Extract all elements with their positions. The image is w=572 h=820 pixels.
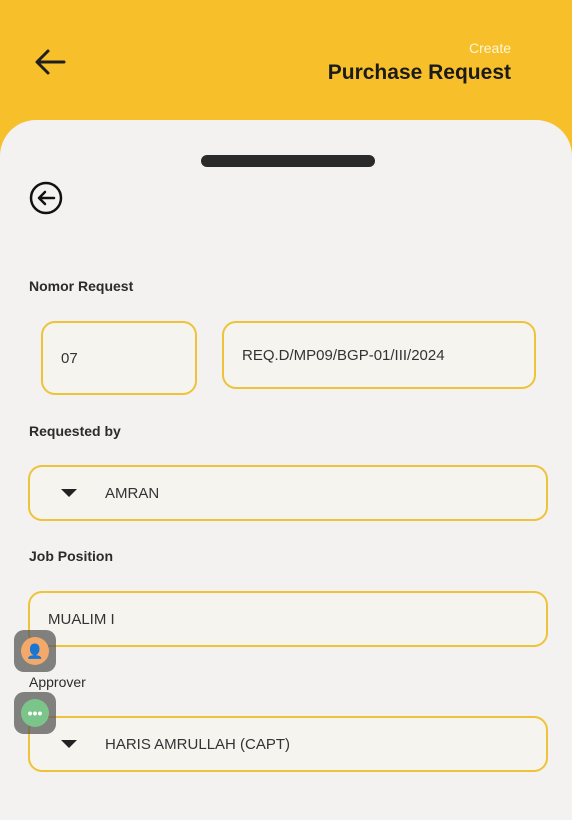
back-arrow-icon[interactable]	[30, 44, 70, 80]
job-position-value: MUALIM I	[48, 610, 115, 628]
requested-by-label: Requested by	[29, 423, 121, 439]
nomor-number-value: 07	[61, 349, 78, 367]
more-options-button[interactable]: •••	[14, 692, 56, 734]
approver-value: HARIS AMRULLAH (CAPT)	[105, 735, 291, 753]
nomor-code-value: REQ.D/MP09/BGP-01/III/2024	[242, 346, 445, 364]
sheet-drag-handle[interactable]	[201, 155, 375, 167]
approver-select[interactable]: HARIS AMRULLAH (CAPT)	[28, 716, 548, 772]
nomor-request-label: Nomor Request	[29, 278, 134, 294]
nomor-code-field[interactable]: REQ.D/MP09/BGP-01/III/2024	[222, 321, 536, 389]
circle-back-icon[interactable]	[28, 180, 64, 216]
caret-down-icon	[61, 489, 77, 497]
accessibility-icon: 👤	[21, 637, 49, 665]
header-subtitle: Create	[468, 40, 511, 56]
job-position-field[interactable]: MUALIM I	[28, 591, 548, 647]
approver-label: Approver	[29, 674, 86, 690]
requested-by-select[interactable]: AMRAN	[28, 465, 548, 521]
nomor-number-field[interactable]: 07	[41, 321, 197, 395]
caret-down-icon	[61, 740, 77, 748]
job-position-label: Job Position	[29, 548, 113, 564]
page-title: Purchase Request	[327, 61, 511, 84]
requested-by-value: AMRAN	[105, 484, 160, 502]
accessibility-button[interactable]: 👤	[14, 630, 56, 672]
more-dots-icon: •••	[21, 699, 49, 727]
